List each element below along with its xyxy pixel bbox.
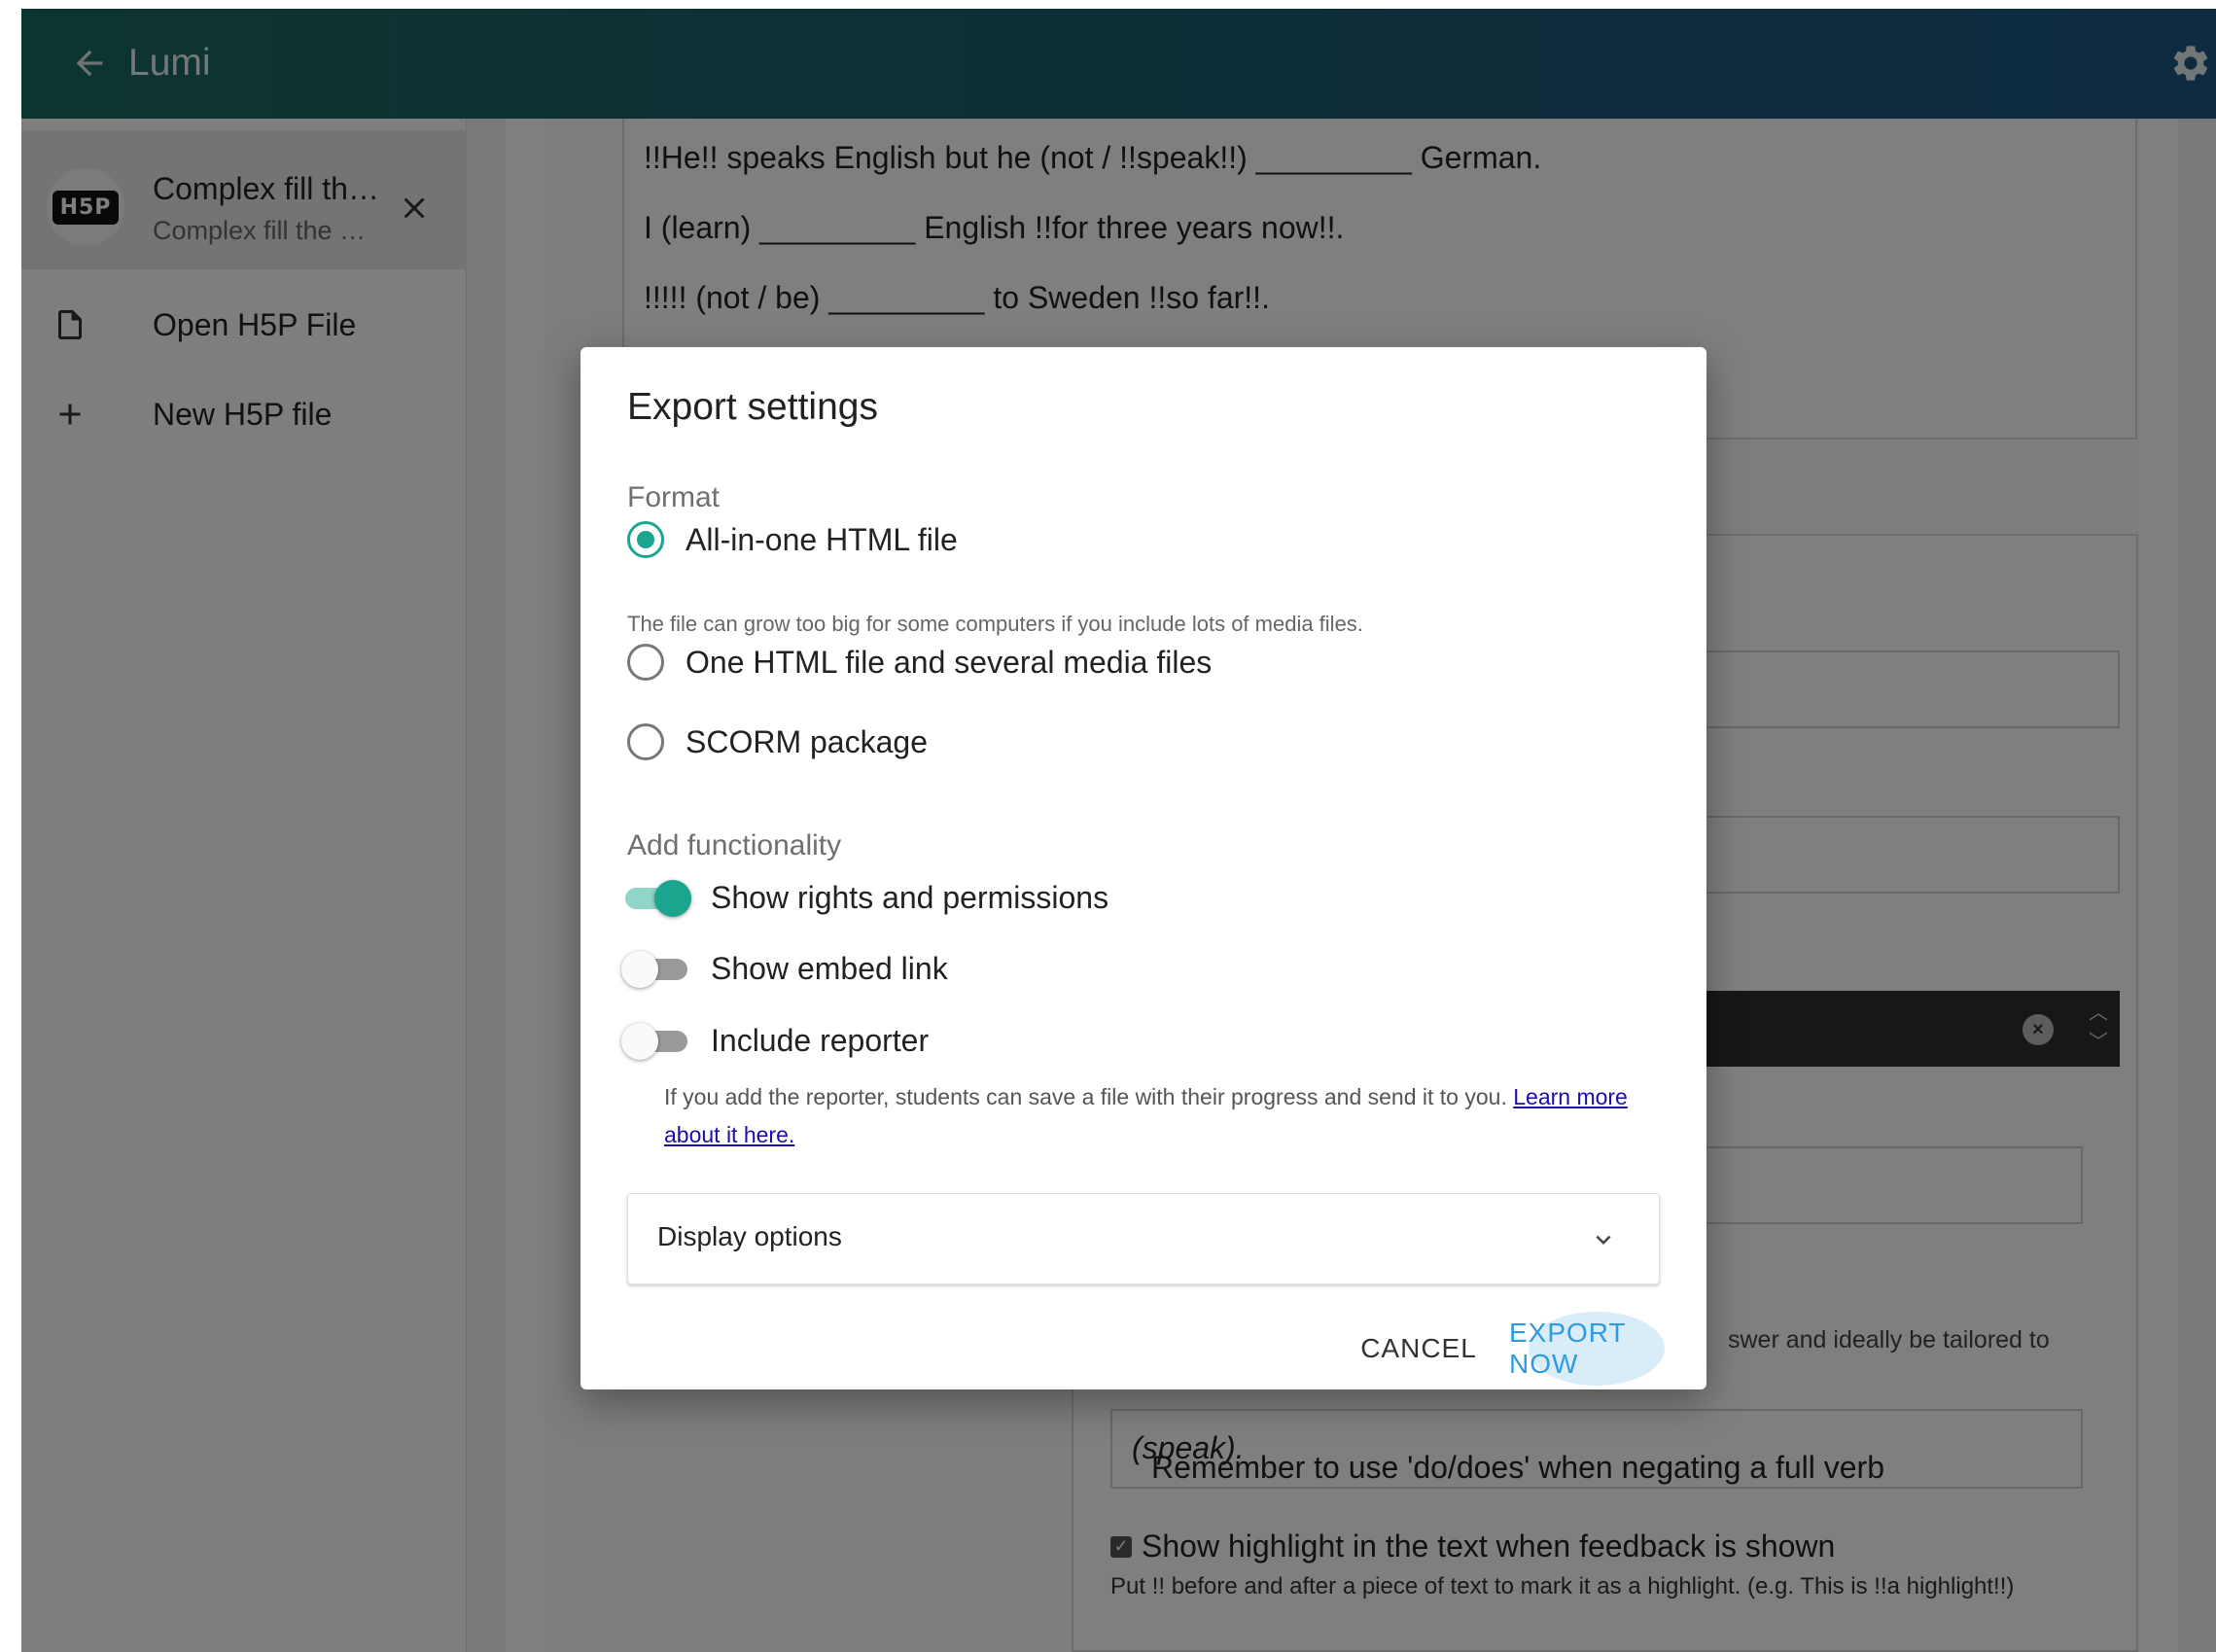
chevron-down-icon [1587, 1223, 1620, 1256]
display-options-accordion[interactable]: Display options [627, 1193, 1660, 1284]
export-now-button[interactable]: EXPORT NOW [1509, 1312, 1684, 1386]
dialog-title: Export settings [627, 386, 878, 428]
radio-unselected-icon[interactable] [627, 723, 664, 760]
toggle-on-switch[interactable] [621, 876, 691, 919]
format-option-html-and-media[interactable]: One HTML file and several media files [627, 641, 1212, 684]
toggle-label: Show embed link [711, 950, 948, 986]
app-window: Lumi H5P Complex fill th… Complex fill t… [21, 9, 2216, 1652]
cancel-button[interactable]: CANCEL [1341, 1319, 1496, 1378]
functionality-section-label: Add functionality [627, 829, 842, 861]
toggle-label: Show rights and permissions [711, 879, 1109, 915]
format-option-scorm[interactable]: SCORM package [627, 721, 928, 763]
format-option-all-in-one[interactable]: All-in-one HTML file [627, 518, 958, 561]
toggle-label: Include reporter [711, 1022, 930, 1058]
toggle-show-embed-link[interactable]: Show embed link [621, 947, 948, 990]
format-option-label: All-in-one HTML file [686, 521, 958, 557]
display-options-label: Display options [657, 1221, 842, 1251]
format-option-label: SCORM package [686, 723, 928, 759]
toggle-show-rights[interactable]: Show rights and permissions [621, 876, 1108, 919]
toggle-include-reporter[interactable]: Include reporter [621, 1019, 929, 1062]
format-hint: The file can grow too big for some compu… [627, 612, 1363, 636]
export-settings-dialog: Export settings Format All-in-one HTML f… [580, 347, 1706, 1389]
reporter-help-text: If you add the reporter, students can sa… [664, 1084, 1628, 1147]
radio-selected-icon[interactable] [627, 521, 664, 558]
toggle-off-switch[interactable] [621, 1019, 691, 1062]
format-section-label: Format [627, 481, 721, 513]
radio-unselected-icon[interactable] [627, 644, 664, 681]
format-option-label: One HTML file and several media files [686, 644, 1213, 680]
toggle-off-switch[interactable] [621, 947, 691, 990]
